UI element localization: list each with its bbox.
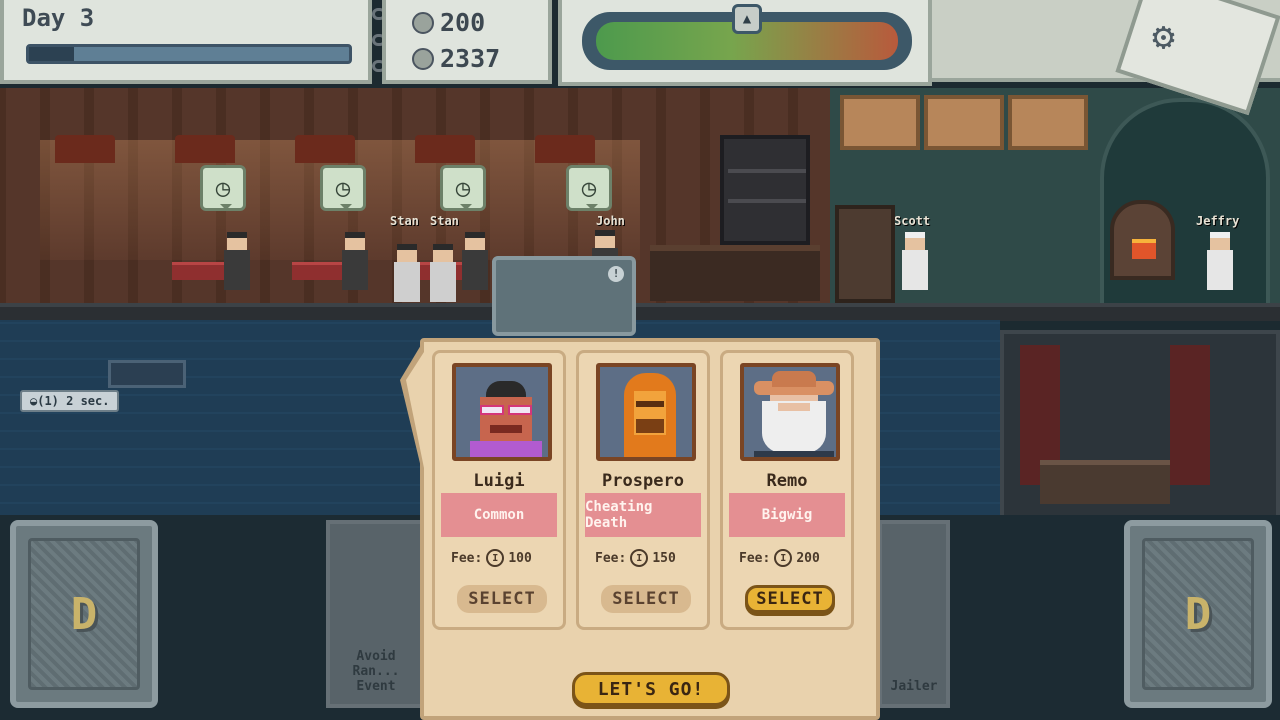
npc-patron[interactable] <box>392 244 422 304</box>
pizza-oven <box>1110 200 1175 280</box>
gear-icon[interactable]: ⚙ <box>1152 14 1175 58</box>
timer-icon[interactable]: ◷ <box>320 165 366 211</box>
bottle-shelf <box>720 135 810 245</box>
avatar <box>740 363 840 461</box>
npc-name-label: John <box>596 214 625 228</box>
npc-chef[interactable] <box>1205 232 1235 292</box>
timer-icon[interactable]: ◷ <box>200 165 246 211</box>
candidate-card-remo[interactable]: Remo Bigwig Fee: I 200 SELECT <box>720 350 854 630</box>
faded-card-label: Jailer <box>890 679 938 694</box>
candidate-fee: Fee: I 100 <box>451 549 532 567</box>
kitchen-cabinet <box>924 95 1004 150</box>
vent-box <box>108 360 186 388</box>
candidate-trait-badge: Cheating Death <box>585 493 701 537</box>
candidate-card-prospero[interactable]: Prospero Cheating Death Fee: I 150 SELEC… <box>576 350 710 630</box>
lamp-shade <box>295 135 355 163</box>
bar-counter <box>650 245 820 301</box>
fee-label: Fee: <box>595 550 627 566</box>
curtain <box>1170 345 1210 485</box>
kitchen-cabinet <box>840 95 920 150</box>
kitchen-door <box>835 205 895 303</box>
fee-label: Fee: <box>739 550 771 566</box>
status-timer: ◒(1) 2 sec. <box>20 390 120 412</box>
day-progress-fill <box>29 47 74 61</box>
fee-value: 100 <box>508 550 532 566</box>
npc-patron[interactable] <box>460 232 490 292</box>
fire-icon <box>1132 239 1156 259</box>
dirty-money-value: 2337 <box>440 44 501 73</box>
agent-card[interactable]: ! <box>492 256 636 336</box>
timer-icon[interactable]: ◷ <box>440 165 486 211</box>
card-emblem-icon: D <box>70 588 98 640</box>
npc-name-label: Scott <box>894 214 931 228</box>
day-panel: Day 3 <box>0 0 372 84</box>
npc-patron[interactable] <box>340 232 370 292</box>
lamp-shade <box>415 135 475 163</box>
candidate-name: Remo <box>766 471 808 491</box>
faded-card-left[interactable]: Avoid Ran... Event <box>326 520 426 708</box>
info-icon[interactable]: ! <box>608 266 624 282</box>
day-label: Day 3 <box>22 4 95 32</box>
lets-go-button[interactable]: LET'S GO! <box>572 672 730 706</box>
candidate-fee: Fee: I 200 <box>739 549 820 567</box>
candidate-name: Prospero <box>602 471 684 491</box>
select-button-luigi[interactable]: SELECT <box>457 585 547 613</box>
clean-money-row: 200 <box>412 8 485 37</box>
avatar <box>452 363 552 461</box>
clean-money-value: 200 <box>440 8 486 37</box>
lamp-shade <box>55 135 115 163</box>
card-slot-right[interactable]: D <box>1124 520 1272 708</box>
card-emblem-icon: D <box>1184 588 1212 640</box>
money-panel: 200 2337 <box>382 0 552 84</box>
candidate-trait-badge: Common <box>441 493 557 537</box>
select-button-prospero[interactable]: SELECT <box>601 585 691 613</box>
coin-icon <box>412 11 434 34</box>
select-button-remo[interactable]: SELECT <box>745 585 835 613</box>
npc-name-label: Stan <box>430 214 459 228</box>
heat-panel: ▲ <box>558 0 932 86</box>
fee-label: Fee: <box>451 550 483 566</box>
lamp-shade <box>535 135 595 163</box>
faded-card-label: Avoid Ran... Event <box>352 649 400 694</box>
npc-patron[interactable] <box>428 244 458 304</box>
faded-card-right[interactable]: Jailer <box>878 520 950 708</box>
npc-name-label: Jeffry <box>1196 214 1240 228</box>
avatar <box>596 363 696 461</box>
coin-icon <box>412 47 434 70</box>
coin-icon: I <box>774 549 793 567</box>
day-progress-bar <box>26 44 352 64</box>
timer-icon[interactable]: ◷ <box>566 165 612 211</box>
coin-icon: I <box>630 549 649 567</box>
fee-value: 150 <box>652 550 676 566</box>
candidate-fee: Fee: I 150 <box>595 549 676 567</box>
coin-icon: I <box>486 549 505 567</box>
police-icon: ▲ <box>732 4 762 34</box>
fee-value: 200 <box>796 550 820 566</box>
candidate-card-luigi[interactable]: Luigi Common Fee: I 100 SELECT <box>432 350 566 630</box>
panel-tab-inner <box>406 352 424 468</box>
card-slot-left[interactable]: D <box>10 520 158 708</box>
npc-patron[interactable] <box>222 232 252 292</box>
npc-cook[interactable] <box>900 232 930 292</box>
lamp-shade <box>175 135 235 163</box>
candidate-trait-badge: Bigwig <box>729 493 845 537</box>
backroom-bar <box>1040 460 1170 504</box>
dirty-money-row: 2337 <box>412 44 500 73</box>
candidate-name: Luigi <box>473 471 525 491</box>
floor-divider <box>0 303 1280 321</box>
kitchen-cabinet <box>1008 95 1088 150</box>
npc-name-label: Stan <box>390 214 419 228</box>
